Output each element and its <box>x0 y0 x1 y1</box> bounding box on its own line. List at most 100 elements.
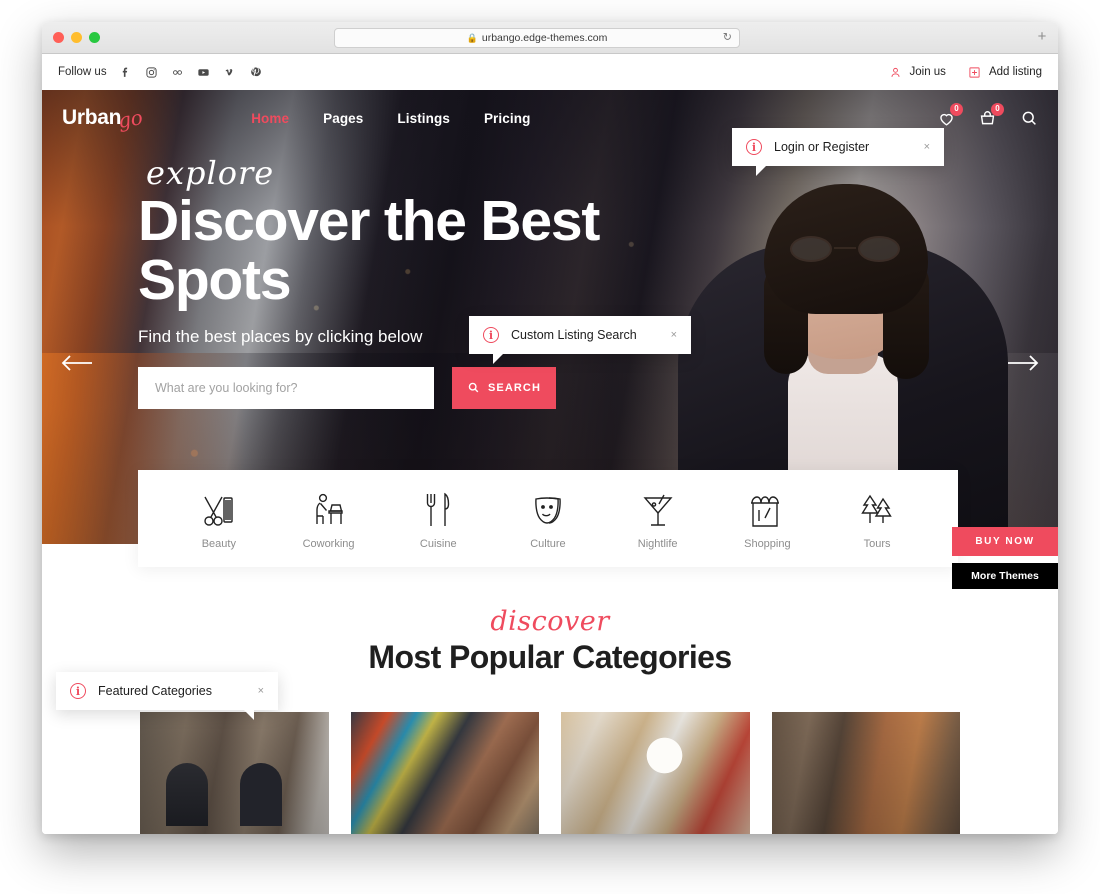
category-card[interactable]: Private Parking <box>140 712 329 834</box>
wishlist-count-badge: 0 <box>950 102 963 116</box>
category-nightlife[interactable]: Nightlife <box>610 488 706 550</box>
category-tours[interactable]: Tours <box>829 488 925 550</box>
new-tab-button[interactable]: + <box>1034 29 1050 46</box>
category-shopping[interactable]: Shopping <box>719 488 815 550</box>
hero-search-form: SEARCH <box>138 366 1058 409</box>
search-input[interactable] <box>138 366 434 409</box>
category-label: Coworking <box>302 537 355 550</box>
logo-text: Urban <box>62 106 122 129</box>
info-icon: i <box>746 139 762 155</box>
lock-icon: 🔒 <box>466 32 478 43</box>
nav-item-pricing[interactable]: Pricing <box>484 111 530 126</box>
tooltip-featured-categories: i Featured Categories × <box>56 672 278 720</box>
tooltip-custom-listing-search: i Custom Listing Search × <box>469 316 691 364</box>
tooltip-pointer <box>243 709 254 720</box>
plus-box-icon <box>968 65 982 79</box>
hero-title-line-1: Discover the Best <box>138 189 600 253</box>
nav-item-listings[interactable]: Listings <box>397 111 450 126</box>
category-cuisine[interactable]: Cuisine <box>390 488 486 550</box>
search-submit-button[interactable]: SEARCH <box>452 366 556 409</box>
category-label: Tours <box>863 537 891 550</box>
address-bar-url: urbango.edge-themes.com <box>481 32 608 44</box>
hero-content: explore Discover the Best Spots Find the… <box>42 146 1058 409</box>
section-script-word: discover <box>490 606 610 637</box>
site-logo[interactable]: Urban go <box>62 105 144 133</box>
category-card[interactable]: Handmade <box>350 712 539 834</box>
storefront-icon <box>748 488 786 528</box>
more-themes-button[interactable]: More Themes <box>952 563 1058 589</box>
cart-icon[interactable]: 0 <box>978 102 1004 128</box>
flickr-icon[interactable] <box>170 65 185 80</box>
section-title: Most Popular Categories <box>368 639 732 675</box>
category-card-grid: Private Parking Handmade Cuisine Coworki… <box>140 712 960 834</box>
facebook-icon[interactable] <box>118 65 133 80</box>
nav-item-pages[interactable]: Pages <box>323 111 363 126</box>
search-button-label: SEARCH <box>487 381 542 394</box>
category-label: Cuisine <box>419 537 457 550</box>
nav-item-home[interactable]: Home <box>251 111 289 126</box>
reload-icon[interactable]: ↻ <box>723 32 732 44</box>
cocktail-icon <box>642 488 674 528</box>
user-icon <box>889 65 903 79</box>
utility-topbar: Follow us Join us Add listing <box>42 54 1058 90</box>
buy-now-button[interactable]: BUY NOW <box>952 527 1058 556</box>
add-listing-button[interactable]: Add listing <box>968 65 1042 79</box>
follow-us-group: Follow us <box>58 65 263 80</box>
tooltip-login-or-register: i Login or Register × <box>732 128 944 176</box>
tooltip-close-icon[interactable]: × <box>234 685 264 697</box>
logo-accent-text: go <box>116 105 145 133</box>
window-controls[interactable] <box>53 32 100 43</box>
card-image <box>771 712 960 834</box>
category-label: Beauty <box>201 537 236 550</box>
cart-count-badge: 0 <box>991 102 1004 116</box>
browser-titlebar: 🔒 urbango.edge-themes.com ↻ + <box>42 22 1058 54</box>
floating-promo-buttons: BUY NOW More Themes <box>952 527 1058 589</box>
card-image <box>350 712 539 834</box>
slider-next-button[interactable] <box>1006 352 1040 374</box>
wishlist-heart-icon[interactable]: 0 <box>937 102 963 128</box>
main-menu: Home Pages Listings Pricing <box>251 111 530 126</box>
vimeo-icon[interactable] <box>222 65 237 80</box>
category-label: Nightlife <box>637 537 678 550</box>
tooltip-close-icon[interactable]: × <box>647 329 677 341</box>
address-bar[interactable]: 🔒 urbango.edge-themes.com ↻ <box>334 28 740 48</box>
tooltip-text: Login or Register <box>774 140 870 154</box>
tooltip-close-icon[interactable]: × <box>900 141 930 153</box>
join-us-label: Join us <box>909 66 946 78</box>
topbar-actions: Join us Add listing <box>889 65 1042 79</box>
tooltip-pointer <box>756 165 767 176</box>
youtube-icon[interactable] <box>196 65 211 80</box>
card-image <box>140 712 329 834</box>
theater-masks-icon <box>529 488 567 528</box>
instagram-icon[interactable] <box>144 65 159 80</box>
close-window-button[interactable] <box>53 32 64 43</box>
category-label: Culture <box>530 537 566 550</box>
join-us-button[interactable]: Join us <box>889 65 946 79</box>
category-quick-strip: Beauty Coworking Cuisine Culture Nightli… <box>138 470 958 567</box>
category-card[interactable]: Coworking <box>771 712 960 834</box>
navbar-actions: 0 0 <box>937 102 1038 128</box>
follow-us-label: Follow us <box>58 66 107 78</box>
maximize-window-button[interactable] <box>89 32 100 43</box>
slider-prev-button[interactable] <box>60 352 94 374</box>
category-card[interactable]: Cuisine <box>561 712 750 834</box>
category-beauty[interactable]: Beauty <box>171 488 267 550</box>
add-listing-label: Add listing <box>988 66 1042 78</box>
hero-title: Discover the Best Spots <box>138 189 1058 313</box>
trees-icon <box>859 488 895 528</box>
browser-window: 🔒 urbango.edge-themes.com ↻ + Follow us <box>42 22 1058 834</box>
pinterest-icon[interactable] <box>248 65 263 80</box>
search-icon[interactable] <box>1019 109 1038 128</box>
page-viewport: Follow us Join us Add listing Urban go H… <box>42 54 1058 834</box>
minimize-window-button[interactable] <box>71 32 82 43</box>
tooltip-text: Custom Listing Search <box>511 328 637 342</box>
card-image <box>561 712 750 834</box>
tooltip-pointer <box>493 353 504 364</box>
fork-knife-icon <box>423 488 453 528</box>
category-coworking[interactable]: Coworking <box>281 488 377 550</box>
tooltip-text: Featured Categories <box>98 684 212 698</box>
hero-title-line-2: Spots <box>138 248 292 313</box>
category-culture[interactable]: Culture <box>500 488 596 550</box>
info-icon: i <box>70 683 86 699</box>
category-label: Shopping <box>744 537 791 550</box>
